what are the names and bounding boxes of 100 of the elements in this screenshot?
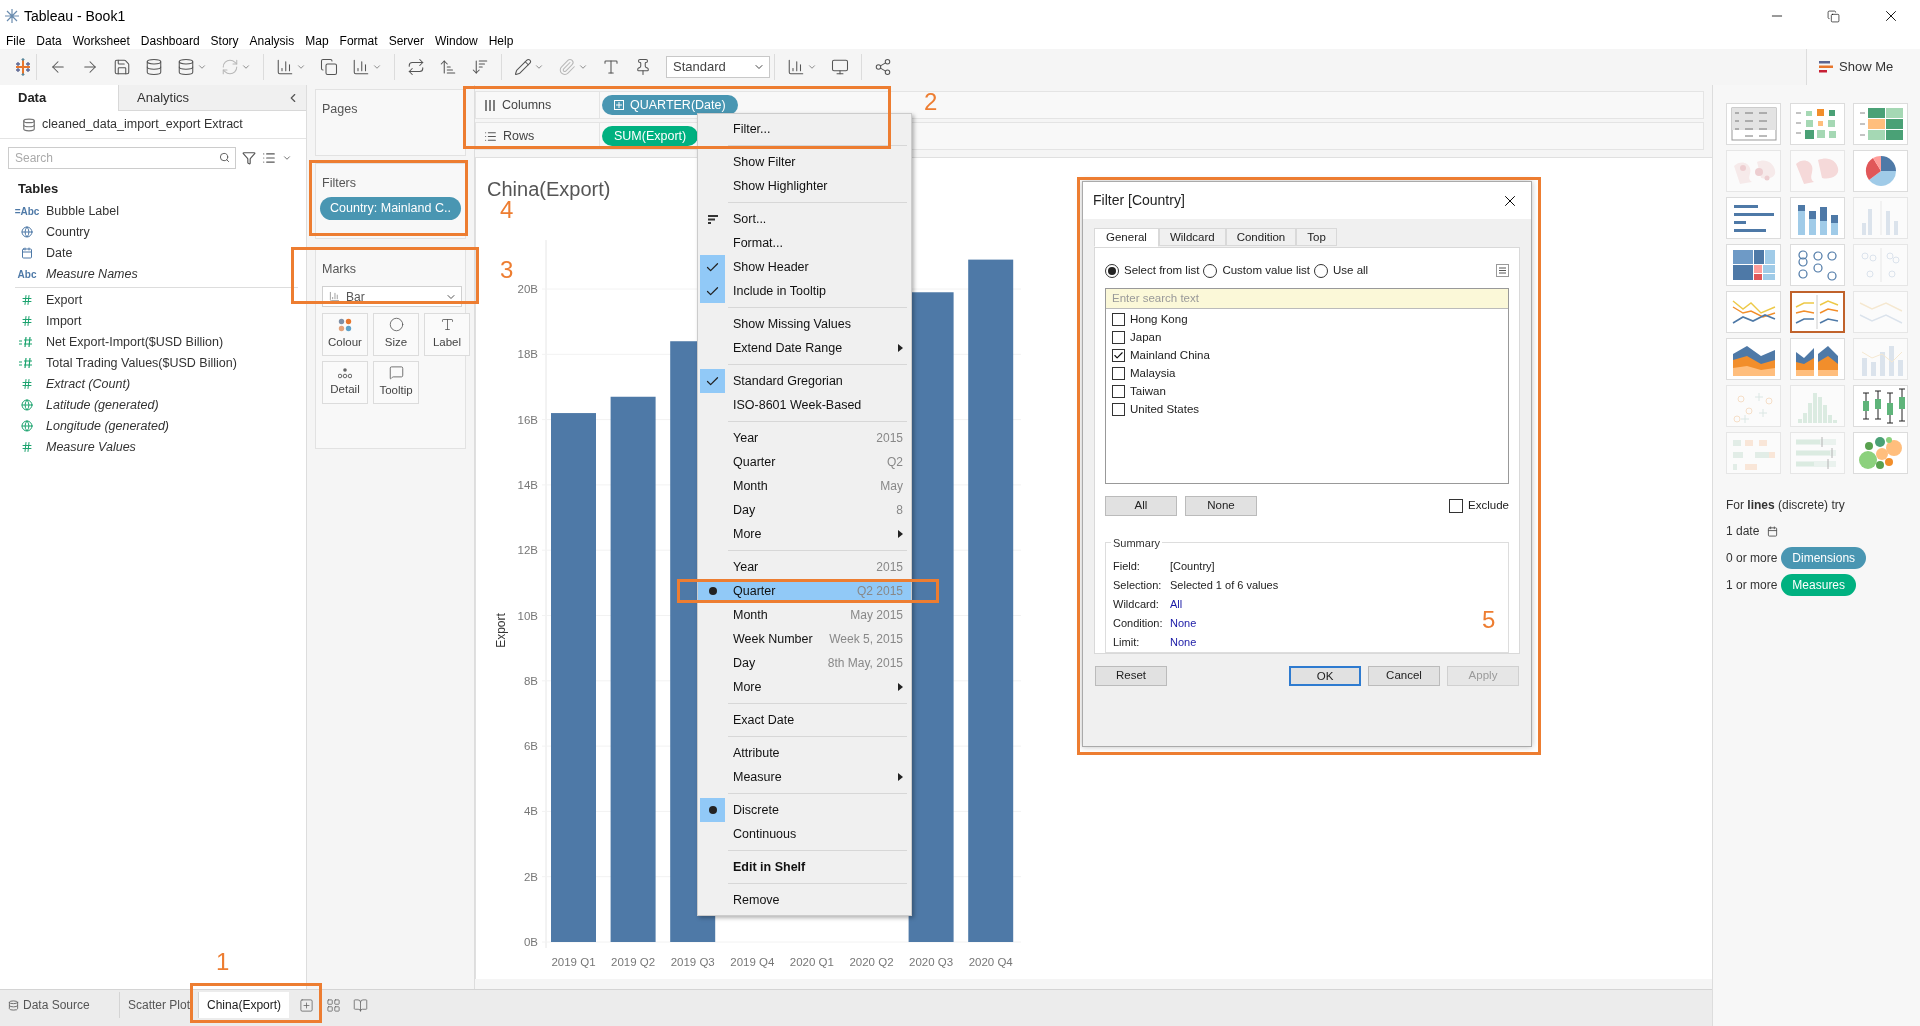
label-icon[interactable] xyxy=(602,58,620,76)
dialog-button[interactable]: Reset xyxy=(1095,666,1167,686)
caret-icon[interactable] xyxy=(807,62,817,72)
new-worksheet-icon[interactable] xyxy=(299,997,315,1013)
menu-item[interactable]: Show Highlighter xyxy=(698,174,911,198)
summary-link[interactable]: All xyxy=(1170,596,1183,613)
dialog-button[interactable]: OK xyxy=(1289,666,1361,686)
exclude-checkbox[interactable]: Exclude xyxy=(1449,497,1509,515)
dialog-tab[interactable]: Top xyxy=(1296,228,1337,246)
caret-icon[interactable] xyxy=(282,153,292,163)
field-item[interactable]: Measure Names xyxy=(46,264,138,284)
new-data-source-icon[interactable] xyxy=(145,58,163,76)
view-list-icon[interactable] xyxy=(262,151,276,165)
mark-property-button[interactable]: Label xyxy=(424,313,470,356)
list-options-icon[interactable] xyxy=(1496,264,1509,278)
menu-item[interactable]: Discrete xyxy=(698,798,911,822)
menu-item[interactable]: Quarter Q2 xyxy=(698,450,911,474)
menu-item[interactable]: Day 8 xyxy=(698,498,911,522)
radio-option[interactable]: Select from list xyxy=(1105,262,1200,280)
field-item[interactable]: Export xyxy=(46,290,83,310)
menu-item[interactable]: Year 2015 xyxy=(698,555,911,579)
sheet-tab[interactable]: China(Export) xyxy=(199,992,290,1018)
menu-item[interactable]: Standard Gregorian xyxy=(698,369,911,393)
chart-type-button[interactable] xyxy=(1789,291,1845,333)
checkbox[interactable] xyxy=(1112,331,1125,345)
menu-item[interactable]: Continuous xyxy=(698,822,911,846)
menu-item[interactable]: File xyxy=(6,34,26,47)
data-source-name[interactable]: cleaned_data_import_export Extract xyxy=(42,115,243,134)
mark-property-button[interactable]: Detail xyxy=(322,361,368,404)
new-dashboard-icon[interactable] xyxy=(326,997,342,1013)
field-item[interactable]: Bubble Label xyxy=(46,201,119,221)
radio-option[interactable]: Use all xyxy=(1314,262,1369,280)
menu-item[interactable]: Story xyxy=(210,34,239,47)
sort-ascending-icon[interactable] xyxy=(439,58,457,76)
field-item[interactable]: Extract (Count) xyxy=(46,374,131,394)
menu-item[interactable]: Sort... xyxy=(698,207,911,231)
checkbox[interactable] xyxy=(1112,313,1125,327)
presentation-icon[interactable] xyxy=(831,58,849,76)
menu-item[interactable]: Show Missing Values xyxy=(698,312,911,336)
restore-icon[interactable] xyxy=(1827,9,1840,23)
menu-item[interactable]: Measure xyxy=(698,765,911,789)
highlight-icon[interactable] xyxy=(514,58,532,76)
menu-item[interactable]: Help xyxy=(488,34,514,47)
menu-item[interactable]: Worksheet xyxy=(72,34,130,47)
caret-icon[interactable] xyxy=(578,62,588,72)
menu-item[interactable]: More xyxy=(698,522,911,546)
checkbox[interactable] xyxy=(1112,403,1125,417)
menu-item[interactable]: Server xyxy=(388,34,424,47)
pause-updates-icon[interactable] xyxy=(177,58,195,76)
field-item[interactable]: Country xyxy=(46,222,90,242)
field-item[interactable]: Date xyxy=(46,243,73,263)
pane-tab[interactable]: Data xyxy=(0,85,118,111)
mark-type-dropdown[interactable]: Bar xyxy=(322,286,462,307)
fit-dropdown[interactable]: Standard xyxy=(666,56,770,78)
field-item[interactable]: Longitude (generated) xyxy=(46,416,169,436)
select-button[interactable]: None xyxy=(1185,496,1257,516)
select-button[interactable]: All xyxy=(1105,496,1177,516)
menu-item[interactable]: Exact Date xyxy=(698,708,911,732)
sort-descending-icon[interactable] xyxy=(471,58,489,76)
menu-item[interactable]: Format... xyxy=(698,231,911,255)
new-worksheet-icon[interactable] xyxy=(276,58,294,76)
search-field[interactable]: Search xyxy=(8,147,236,169)
menu-item[interactable]: Analysis xyxy=(249,34,295,47)
menu-item[interactable]: Format xyxy=(339,34,378,47)
new-story-icon[interactable] xyxy=(353,997,369,1013)
caret-icon[interactable] xyxy=(372,62,382,72)
menu-item[interactable]: More xyxy=(698,675,911,699)
checkbox[interactable] xyxy=(1112,385,1125,399)
checkbox[interactable] xyxy=(1112,367,1125,381)
menu-item[interactable]: Month May xyxy=(698,474,911,498)
pane-tab[interactable]: Analytics xyxy=(118,85,268,111)
menu-item[interactable]: Edit in Shelf xyxy=(698,855,911,879)
show-me-chart-icon[interactable] xyxy=(787,58,805,76)
field-item[interactable]: Latitude (generated) xyxy=(46,395,159,415)
forward-arrow-icon[interactable] xyxy=(81,58,99,76)
mark-property-button[interactable]: Colour xyxy=(322,313,368,356)
checkbox[interactable] xyxy=(1112,349,1125,363)
mark-property-button[interactable]: Size xyxy=(373,313,419,356)
caret-icon[interactable] xyxy=(197,62,207,72)
caret-icon[interactable] xyxy=(296,62,306,72)
menu-item[interactable]: Year 2015 xyxy=(698,426,911,450)
swap-icon[interactable] xyxy=(407,58,425,76)
filter-icon[interactable] xyxy=(242,151,256,165)
menu-item[interactable]: Show Filter xyxy=(698,150,911,174)
menu-item[interactable]: Extend Date Range xyxy=(698,336,911,360)
menu-item[interactable]: Include in Tooltip xyxy=(698,279,911,303)
dialog-tab[interactable]: Wildcard xyxy=(1158,228,1226,246)
dialog-button[interactable]: Cancel xyxy=(1368,666,1440,686)
summary-link[interactable]: None xyxy=(1170,634,1197,651)
pin-icon[interactable] xyxy=(634,58,652,76)
menu-item[interactable]: Window xyxy=(434,34,478,47)
mark-property-button[interactable]: Tooltip xyxy=(373,361,419,404)
menu-item[interactable]: Week Number Week 5, 2015 xyxy=(698,627,911,651)
menu-item[interactable]: Map xyxy=(305,34,329,47)
field-item[interactable]: Total Trading Values($USD Billion) xyxy=(46,353,237,373)
menu-item[interactable]: Show Header xyxy=(698,255,911,279)
sheet-tab[interactable]: Data Source xyxy=(0,992,120,1018)
save-icon[interactable] xyxy=(113,58,131,76)
caret-icon[interactable] xyxy=(534,62,544,72)
caret-icon[interactable] xyxy=(241,62,251,72)
